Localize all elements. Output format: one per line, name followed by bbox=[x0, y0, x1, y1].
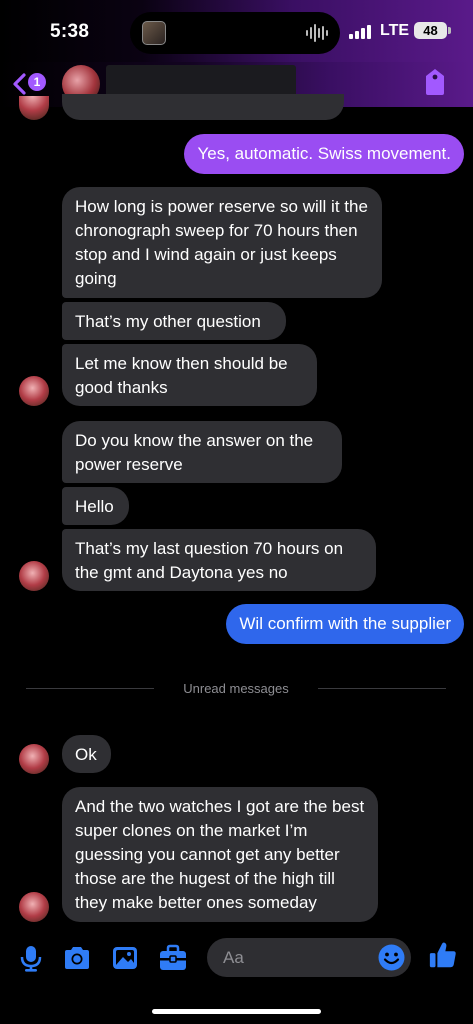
tag-icon[interactable] bbox=[424, 68, 446, 96]
message-bubble-incoming[interactable]: Ok bbox=[62, 735, 111, 773]
battery-level: 48 bbox=[423, 23, 438, 38]
message-bubble-incoming[interactable]: Do you know the answer on the power rese… bbox=[62, 421, 342, 483]
unread-label: Unread messages bbox=[183, 681, 289, 696]
message-bubble-incoming[interactable]: That’s my last question 70 hours on the … bbox=[62, 529, 376, 591]
avatar bbox=[19, 96, 49, 120]
status-bar: 5:38 LTE 48 bbox=[0, 0, 473, 62]
avatar bbox=[19, 892, 49, 922]
message-bubble-outgoing[interactable]: Yes, automatic. Swiss movement. bbox=[184, 134, 464, 174]
thumbs-up-icon[interactable] bbox=[428, 940, 458, 970]
avatar bbox=[19, 561, 49, 591]
divider-line bbox=[318, 688, 446, 689]
battery-icon: 48 bbox=[414, 22, 447, 39]
toolbox-icon[interactable] bbox=[158, 943, 188, 973]
network-type: LTE bbox=[380, 22, 410, 39]
signal-icon bbox=[349, 25, 371, 39]
unread-divider: Unread messages bbox=[26, 679, 446, 699]
message-bubble-incoming[interactable]: How long is power reserve so will it the… bbox=[62, 187, 382, 298]
avatar bbox=[19, 376, 49, 406]
message-bubble-outgoing[interactable]: Wil confirm with the supplier bbox=[226, 604, 464, 644]
unread-badge: 1 bbox=[28, 73, 46, 91]
home-indicator bbox=[152, 1009, 321, 1014]
message-bubble-incoming[interactable]: Hello bbox=[62, 487, 129, 525]
message-bubble-incoming[interactable]: And the two watches I got are the best s… bbox=[62, 787, 378, 922]
back-icon bbox=[13, 73, 26, 95]
now-playing-artwork bbox=[142, 21, 166, 45]
message-composer[interactable] bbox=[207, 938, 411, 977]
message-bubble-incoming[interactable]: Let me know then should be good thanks bbox=[62, 344, 317, 406]
message-bubble-incoming[interactable]: That’s my other question bbox=[62, 302, 286, 340]
emoji-icon[interactable] bbox=[378, 944, 405, 971]
dynamic-island bbox=[130, 12, 340, 54]
audio-wave-icon bbox=[306, 24, 328, 42]
message-bubble-partial bbox=[62, 94, 344, 120]
camera-icon[interactable] bbox=[62, 943, 92, 973]
message-input[interactable] bbox=[223, 938, 373, 977]
battery-nub bbox=[448, 27, 451, 34]
microphone-icon[interactable] bbox=[16, 943, 46, 973]
avatar bbox=[19, 744, 49, 774]
gallery-icon[interactable] bbox=[110, 943, 140, 973]
status-time: 5:38 bbox=[50, 21, 90, 42]
